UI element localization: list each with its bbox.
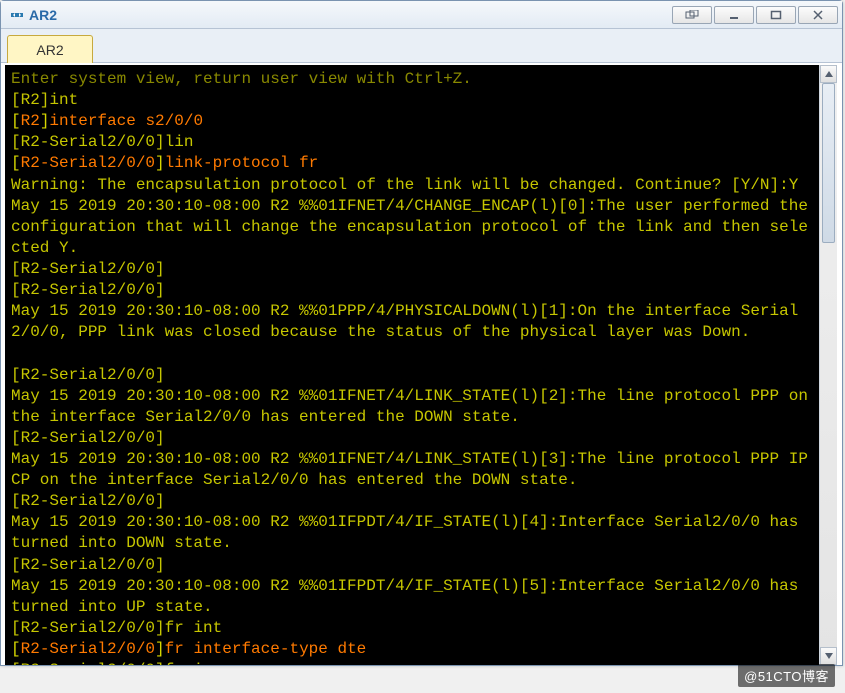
terminal-line: May 15 2019 20:30:10-08:00 R2 %%01IFNET/…	[11, 449, 813, 491]
app-window: AR2 AR2 Enter system view, return user v…	[0, 0, 843, 666]
terminal-line: [R2-Serial2/0/0]	[11, 555, 813, 576]
watermark: @51CTO博客	[738, 664, 835, 687]
terminal-line: [R2]int	[11, 90, 813, 111]
scroll-thumb[interactable]	[822, 83, 835, 243]
maximize-button[interactable]	[756, 6, 796, 24]
terminal-line: [R2]interface s2/0/0	[11, 111, 813, 132]
detach-button[interactable]	[672, 6, 712, 24]
scroll-down-button[interactable]	[820, 647, 837, 665]
vertical-scrollbar[interactable]	[819, 65, 837, 665]
terminal-output[interactable]: Enter system view, return user view with…	[5, 65, 819, 665]
terminal-line: [R2-Serial2/0/0]link-protocol fr	[11, 153, 813, 174]
terminal-line: [R2-Serial2/0/0]	[11, 491, 813, 512]
terminal-line: May 15 2019 20:30:10-08:00 R2 %%01IFNET/…	[11, 386, 813, 428]
terminal-line: Warning: The encapsulation protocol of t…	[11, 175, 813, 196]
tab-strip: AR2	[1, 29, 842, 63]
terminal-line: [R2-Serial2/0/0]	[11, 259, 813, 280]
minimize-button[interactable]	[714, 6, 754, 24]
terminal-line: May 15 2019 20:30:10-08:00 R2 %%01IFNET/…	[11, 196, 813, 259]
terminal-wrapper: Enter system view, return user view with…	[5, 65, 837, 665]
terminal-line: [R2-Serial2/0/0]fr interface-type dte	[11, 639, 813, 660]
close-button[interactable]	[798, 6, 838, 24]
title-bar[interactable]: AR2	[1, 1, 842, 29]
terminal-line: May 15 2019 20:30:10-08:00 R2 %%01PPP/4/…	[11, 301, 813, 343]
window-title: AR2	[29, 7, 57, 23]
router-icon	[9, 7, 25, 23]
terminal-line: [R2-Serial2/0/0]	[11, 365, 813, 386]
terminal-line: Enter system view, return user view with…	[11, 69, 813, 90]
scroll-track[interactable]	[820, 83, 837, 647]
terminal-line: May 15 2019 20:30:10-08:00 R2 %%01IFPDT/…	[11, 512, 813, 554]
terminal-line: [R2-Serial2/0/0]	[11, 428, 813, 449]
terminal-line	[11, 343, 813, 364]
terminal-line: May 15 2019 20:30:10-08:00 R2 %%01IFPDT/…	[11, 576, 813, 618]
terminal-line: [R2-Serial2/0/0]fr inarp	[11, 660, 813, 665]
terminal-line: [R2-Serial2/0/0]lin	[11, 132, 813, 153]
terminal-line: [R2-Serial2/0/0]	[11, 280, 813, 301]
tab-ar2[interactable]: AR2	[7, 35, 93, 63]
scroll-up-button[interactable]	[820, 65, 837, 83]
terminal-line: [R2-Serial2/0/0]fr int	[11, 618, 813, 639]
